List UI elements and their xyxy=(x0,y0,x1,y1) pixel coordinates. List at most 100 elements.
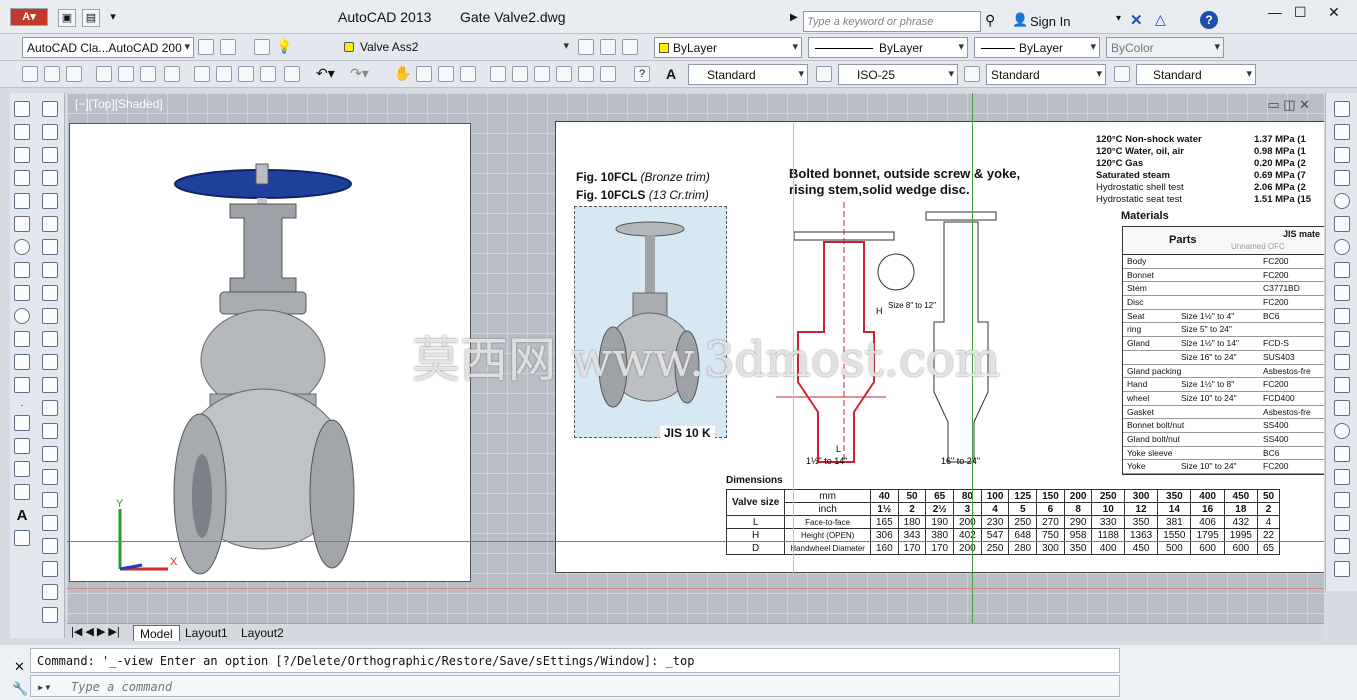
text-front-icon[interactable] xyxy=(42,607,58,623)
jogged-dim-icon[interactable] xyxy=(1334,216,1350,232)
layer-current-icon[interactable] xyxy=(578,39,594,55)
pan-icon[interactable]: ✋ xyxy=(394,65,411,82)
rectangle-icon[interactable] xyxy=(14,193,30,209)
binoculars-icon[interactable]: ⚲ xyxy=(985,12,995,29)
cut-icon[interactable] xyxy=(194,66,210,82)
trim-icon[interactable] xyxy=(42,308,58,324)
sign-in-dropdown-icon[interactable]: ▾ xyxy=(1116,13,1121,24)
draworder-back-icon[interactable] xyxy=(42,538,58,554)
zoom-window-icon[interactable] xyxy=(438,66,454,82)
command-close-icon[interactable]: ✕ xyxy=(14,659,25,675)
continue-dim-icon[interactable] xyxy=(1334,331,1350,347)
revision-cloud-icon[interactable] xyxy=(14,262,30,278)
array-icon[interactable] xyxy=(42,193,58,209)
region-icon[interactable] xyxy=(14,461,30,477)
zoom-realtime-icon[interactable] xyxy=(416,66,432,82)
saveas-icon[interactable]: ▤ xyxy=(82,9,100,27)
linetype-select[interactable]: ByLayer xyxy=(808,37,968,58)
erase-icon[interactable] xyxy=(42,101,58,117)
make-block-icon[interactable] xyxy=(14,377,30,393)
mleader-style-icon[interactable] xyxy=(1114,66,1130,82)
scale-icon[interactable] xyxy=(42,262,58,278)
color-select[interactable]: ByLayer xyxy=(654,37,802,58)
polygon-icon[interactable] xyxy=(14,170,30,186)
line-icon[interactable] xyxy=(14,101,30,117)
diameter-dim-icon[interactable] xyxy=(1334,239,1350,255)
quick-access-dropdown-icon[interactable]: ▾ xyxy=(104,9,122,27)
dim-style-control-icon[interactable] xyxy=(1334,561,1350,577)
design-center-icon[interactable] xyxy=(512,66,528,82)
bulb-icon[interactable]: 💡 xyxy=(276,39,292,55)
point-icon[interactable]: · xyxy=(14,400,30,416)
dim-style-select[interactable]: ISO-25 xyxy=(838,64,958,85)
close-icon[interactable]: ✕ xyxy=(1328,4,1340,21)
tab-layout1[interactable]: Layout1 xyxy=(179,625,234,641)
mirror-icon[interactable] xyxy=(42,147,58,163)
dim-text-edit-icon[interactable] xyxy=(1334,515,1350,531)
aligned-dim-icon[interactable] xyxy=(1334,124,1350,140)
chamfer-icon[interactable] xyxy=(42,423,58,439)
ellipse-arc-icon[interactable] xyxy=(14,331,30,347)
layer-select[interactable]: Valve Ass2 xyxy=(356,37,572,58)
hatch-icon[interactable] xyxy=(14,415,30,431)
layer-states-icon[interactable] xyxy=(622,39,638,55)
plotstyle-select[interactable]: ByColor xyxy=(1106,37,1224,58)
paste-block-icon[interactable] xyxy=(260,66,276,82)
radius-dim-icon[interactable] xyxy=(1334,193,1350,209)
workspace-settings-icon[interactable] xyxy=(220,39,236,55)
dim-style-icon[interactable] xyxy=(816,66,832,82)
infocenter-expand-icon[interactable]: ▶ xyxy=(790,12,798,23)
ellipse-icon[interactable] xyxy=(14,308,30,324)
search-input[interactable]: Type a keyword or phrase xyxy=(803,11,981,32)
gear-icon[interactable] xyxy=(198,39,214,55)
exchange-icon[interactable]: ✕ xyxy=(1130,11,1143,29)
table-style-select[interactable]: Standard xyxy=(986,64,1106,85)
dim-update-icon[interactable] xyxy=(1334,538,1350,554)
maximize-icon[interactable]: ☐ xyxy=(1294,4,1307,21)
3d-print-icon[interactable] xyxy=(164,66,180,82)
properties-icon[interactable] xyxy=(490,66,506,82)
viewport-controls[interactable]: ▭ ◫ ✕ xyxy=(1267,97,1310,113)
tolerance-icon[interactable] xyxy=(1334,400,1350,416)
undo-icon[interactable]: ↶▾ xyxy=(316,65,335,82)
dim-break-icon[interactable] xyxy=(1334,377,1350,393)
command-settings-icon[interactable]: 🔧 xyxy=(12,681,28,697)
plot-preview-icon[interactable] xyxy=(118,66,134,82)
sign-in-link[interactable]: Sign In xyxy=(1030,14,1070,29)
minimize-icon[interactable]: — xyxy=(1268,4,1282,20)
open-icon[interactable] xyxy=(44,66,60,82)
help-button-icon[interactable]: ? xyxy=(634,66,650,82)
gradient-icon[interactable] xyxy=(14,438,30,454)
stretch-icon[interactable] xyxy=(42,285,58,301)
break-icon[interactable] xyxy=(42,377,58,393)
quick-dim-icon[interactable] xyxy=(1334,285,1350,301)
dim-edit-icon[interactable] xyxy=(1334,492,1350,508)
viewport-label[interactable]: [−][Top][Shaded] xyxy=(75,97,163,111)
break-at-point-icon[interactable] xyxy=(42,354,58,370)
paste-icon[interactable] xyxy=(238,66,254,82)
jogged-linear-icon[interactable] xyxy=(1334,469,1350,485)
tab-nav-arrows[interactable]: |◀ ◀ ▶ ▶| xyxy=(71,625,120,638)
rotate-icon[interactable] xyxy=(42,239,58,255)
match-properties-icon[interactable] xyxy=(284,66,300,82)
polyline-icon[interactable] xyxy=(14,147,30,163)
community-icon[interactable]: △ xyxy=(1155,11,1166,28)
offset-icon[interactable] xyxy=(42,170,58,186)
copy-icon[interactable] xyxy=(216,66,232,82)
angular-dim-icon[interactable] xyxy=(1334,262,1350,278)
multiline-text-icon[interactable]: A xyxy=(14,507,30,524)
draworder-above-icon[interactable] xyxy=(42,561,58,577)
table-style-icon[interactable] xyxy=(964,66,980,82)
new-icon[interactable] xyxy=(22,66,38,82)
construction-line-icon[interactable] xyxy=(14,124,30,140)
join-icon[interactable] xyxy=(42,400,58,416)
mleader-style-select[interactable]: Standard xyxy=(1136,64,1256,85)
workspace-select[interactable]: AutoCAD Cla...AutoCAD 200 xyxy=(22,37,194,58)
extend-icon[interactable] xyxy=(42,331,58,347)
draworder-front-icon[interactable] xyxy=(42,515,58,531)
tab-layout2[interactable]: Layout2 xyxy=(235,625,290,641)
valve-image-sheet[interactable]: Y X xyxy=(69,123,471,582)
fillet-icon[interactable] xyxy=(42,446,58,462)
baseline-dim-icon[interactable] xyxy=(1334,308,1350,324)
spline-icon[interactable] xyxy=(14,285,30,301)
